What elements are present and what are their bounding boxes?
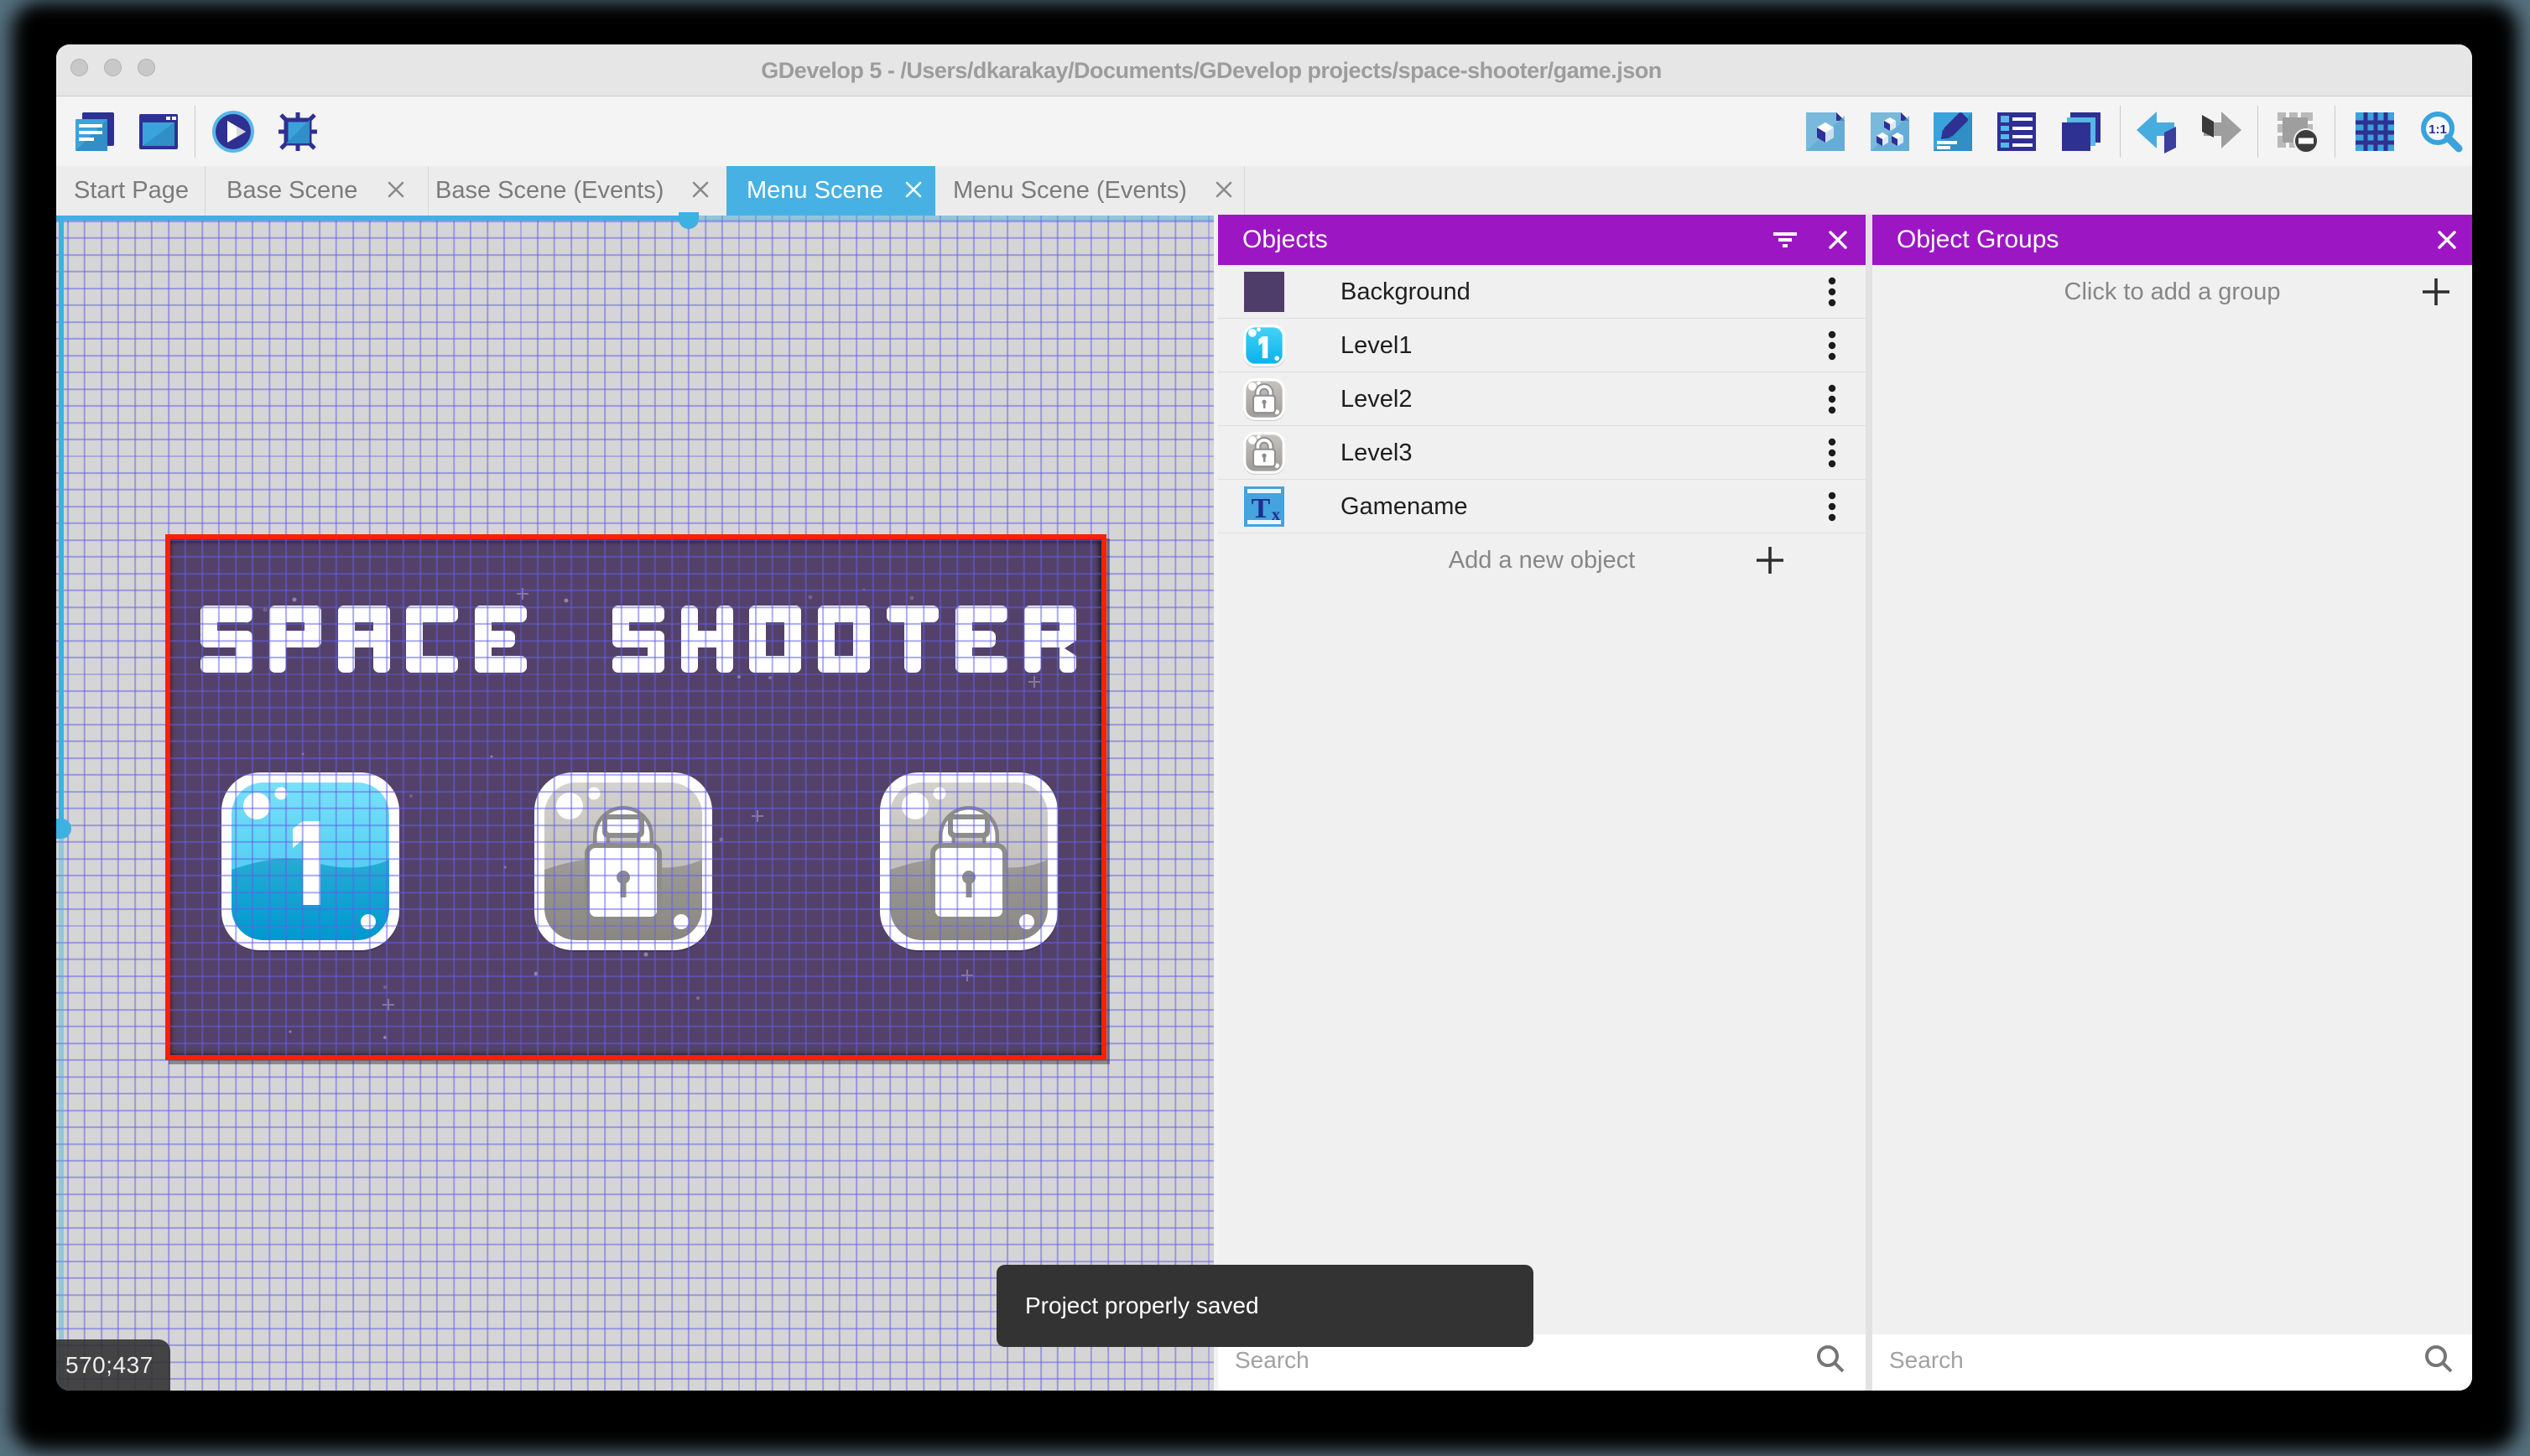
svg-text:x: x [1272,506,1280,524]
svg-text:T: T [1252,493,1271,524]
svg-text:1:1: 1:1 [2428,122,2447,137]
